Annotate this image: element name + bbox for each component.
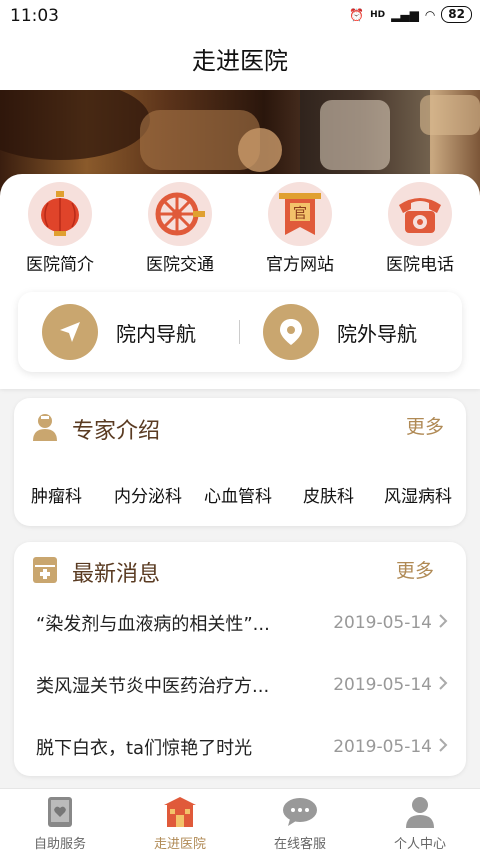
news-header: 最新消息 xyxy=(32,556,160,588)
experts-section: 专家介绍 更多 肿瘤科 内分泌科 心血管科 皮肤科 风湿病科 xyxy=(14,398,466,526)
department-endocrinology[interactable]: 内分泌科 xyxy=(114,482,182,507)
outdoor-navigation-button[interactable]: 院外导航 xyxy=(263,304,417,360)
navigation-arrow-icon xyxy=(42,304,98,360)
tab-label: 在线客服 xyxy=(273,837,326,852)
quick-link-official-site[interactable]: 官 官方网站 xyxy=(245,182,355,275)
news-more-link[interactable]: 更多 xyxy=(396,556,434,583)
department-dermatology[interactable]: 皮肤科 xyxy=(303,482,354,507)
bottom-tab-bar: 自助服务 走进医院 在线客服 个人中心 xyxy=(0,788,480,854)
wifi-icon: ◠ xyxy=(424,7,436,22)
tab-label: 走进医院 xyxy=(153,837,206,852)
wheel-icon xyxy=(148,182,212,246)
hospital-building-icon xyxy=(160,795,200,829)
doctor-icon xyxy=(32,412,58,446)
quick-link-label: 官方网站 xyxy=(266,255,334,275)
department-oncology[interactable]: 肿瘤科 xyxy=(31,482,82,507)
tab-self-service[interactable]: 自助服务 xyxy=(0,795,120,852)
quick-link-label: 医院电话 xyxy=(386,255,454,275)
quick-link-hospital-phone[interactable]: 医院电话 xyxy=(365,182,475,275)
battery-icon: 82 xyxy=(441,6,472,23)
chevron-right-icon xyxy=(438,613,448,634)
quick-link-hospital-transport[interactable]: 医院交通 xyxy=(125,182,235,275)
news-item[interactable]: “染发剂与血液病的相关性”... 2019-05-14 xyxy=(36,610,448,636)
indoor-navigation-button[interactable]: 院内导航 xyxy=(42,304,196,360)
title-bar: 走进医院 xyxy=(0,32,480,90)
experts-title: 专家介绍 xyxy=(72,419,161,444)
news-item-title: 脱下白衣，ta们惊艳了时光 xyxy=(36,738,253,759)
navigation-panel: 院内导航 院外导航 xyxy=(18,292,462,372)
news-item-date-wrap: 2019-05-14 xyxy=(333,675,448,696)
news-item-date-wrap: 2019-05-14 xyxy=(333,613,448,634)
department-rheumatology[interactable]: 风湿病科 xyxy=(384,482,452,507)
news-item-title: 类风湿关节炎中医药治疗方... xyxy=(36,676,270,697)
quick-link-hospital-intro[interactable]: 医院简介 xyxy=(5,182,115,275)
signal-hd-label: HD xyxy=(370,9,386,20)
navigation-divider xyxy=(239,320,240,344)
department-cardiovascular[interactable]: 心血管科 xyxy=(204,482,272,507)
status-time: 11:03 xyxy=(10,6,59,26)
news-item-date: 2019-05-14 xyxy=(333,675,432,695)
lantern-icon xyxy=(28,182,92,246)
status-bar: 11:03 ⏰ HD ▂▄▆ ◠ 82 xyxy=(0,0,480,32)
alarm-icon: ⏰ xyxy=(349,7,365,22)
tab-label: 自助服务 xyxy=(33,837,86,852)
cell-signal-icon: ▂▄▆ xyxy=(391,7,419,22)
news-item-date: 2019-05-14 xyxy=(333,737,432,757)
tablet-heart-icon xyxy=(40,795,80,829)
news-item-date: 2019-05-14 xyxy=(333,613,432,633)
news-item-date-wrap: 2019-05-14 xyxy=(333,737,448,758)
outdoor-navigation-label: 院外导航 xyxy=(337,321,417,346)
chevron-right-icon xyxy=(438,675,448,696)
tab-online-service[interactable]: 在线客服 xyxy=(240,795,360,852)
news-item[interactable]: 脱下白衣，ta们惊艳了时光 2019-05-14 xyxy=(36,734,448,760)
page-title: 走进医院 xyxy=(192,47,288,75)
medical-kit-icon xyxy=(32,556,58,588)
tab-label: 个人中心 xyxy=(393,837,446,852)
experts-more-link[interactable]: 更多 xyxy=(406,412,444,439)
status-icons: ⏰ HD ▂▄▆ ◠ 82 xyxy=(349,6,472,23)
experts-header: 专家介绍 xyxy=(32,412,160,446)
chat-bubble-icon xyxy=(280,795,320,829)
chevron-right-icon xyxy=(438,737,448,758)
tab-personal-center[interactable]: 个人中心 xyxy=(360,795,480,852)
news-item[interactable]: 类风湿关节炎中医药治疗方... 2019-05-14 xyxy=(36,672,448,698)
news-item-title: “染发剂与血液病的相关性”... xyxy=(36,614,270,635)
user-avatar-icon xyxy=(400,795,440,829)
quick-link-label: 医院交通 xyxy=(146,255,214,275)
news-section: 最新消息 更多 “染发剂与血液病的相关性”... 2019-05-14 类风湿关… xyxy=(14,542,466,776)
phone-icon xyxy=(388,182,452,246)
tab-about-hospital[interactable]: 走进医院 xyxy=(120,795,240,852)
news-title: 最新消息 xyxy=(72,562,161,587)
official-banner-icon: 官 xyxy=(268,182,332,246)
quick-link-label: 医院简介 xyxy=(26,255,94,275)
svg-text:官: 官 xyxy=(293,206,307,222)
indoor-navigation-label: 院内导航 xyxy=(116,321,196,346)
location-pin-icon xyxy=(263,304,319,360)
